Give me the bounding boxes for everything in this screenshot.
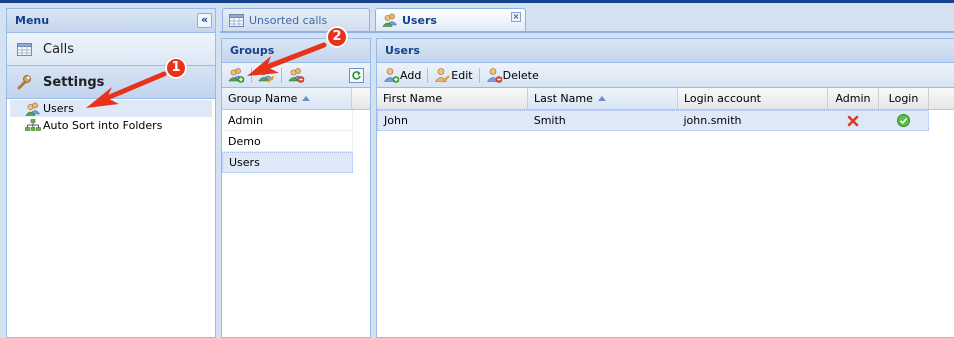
- column-header-label: Last Name: [534, 92, 593, 105]
- add-user-label: Add: [400, 68, 422, 82]
- callout-badge-2: 2: [326, 26, 348, 48]
- add-user-button[interactable]: Add: [381, 65, 423, 85]
- tab-unsorted-calls[interactable]: Unsorted calls: [222, 8, 370, 31]
- toolbar-separator: [478, 67, 480, 83]
- users-icon: [382, 13, 398, 27]
- sort-ascending-icon: [597, 96, 606, 101]
- add-user-icon: [383, 67, 400, 83]
- groups-list: Admin Demo Users: [222, 110, 370, 173]
- column-header-label: First Name: [383, 92, 443, 105]
- edit-user-label: Edit: [451, 68, 473, 82]
- toolbar-separator: [427, 67, 429, 83]
- tree-item-auto-sort[interactable]: Auto Sort into Folders: [7, 117, 215, 134]
- users-panel: Users Add Edit Delete First Name Last Na…: [376, 38, 954, 338]
- column-header-last-name[interactable]: Last Name: [528, 88, 678, 109]
- column-header-label: Admin: [835, 92, 871, 105]
- table-row[interactable]: Admin: [222, 110, 353, 131]
- users-icon: [25, 102, 41, 116]
- window-top-border: [0, 0, 954, 3]
- tab-label: Users: [402, 13, 437, 27]
- column-header-admin[interactable]: Admin: [828, 88, 879, 109]
- green-check-icon: [896, 114, 910, 127]
- delete-user-button[interactable]: Delete: [484, 65, 541, 85]
- last-name-cell: Smith: [533, 114, 566, 127]
- groups-panel: Groups Group Name Admin Demo Users: [221, 38, 371, 338]
- edit-group-icon: [258, 67, 275, 83]
- delete-group-icon: [288, 67, 305, 83]
- column-header-label: Group Name: [228, 92, 298, 105]
- groups-toolbar: [222, 63, 370, 88]
- refresh-icon: [351, 70, 362, 81]
- edit-user-icon: [434, 67, 451, 83]
- groups-title: Groups: [230, 44, 275, 57]
- tab-users[interactable]: Users ×: [375, 8, 526, 31]
- add-group-button[interactable]: [226, 65, 247, 85]
- column-header-label: Login: [888, 92, 919, 105]
- delete-user-label: Delete: [502, 68, 539, 82]
- column-header-spacer: [352, 88, 370, 109]
- menu-header: Menu «: [7, 9, 215, 33]
- users-list: John Smith john.smith: [377, 110, 954, 131]
- table-row[interactable]: Demo: [222, 131, 353, 152]
- users-header: Users: [377, 39, 954, 63]
- tree-item-label: Auto Sort into Folders: [43, 119, 163, 132]
- first-name-cell: John: [384, 114, 408, 127]
- delete-group-button[interactable]: [286, 65, 307, 85]
- tab-close-icon[interactable]: ×: [511, 12, 521, 22]
- tab-label: Unsorted calls: [249, 13, 328, 27]
- wrench-icon: [15, 74, 33, 90]
- group-name-cell: Admin: [228, 113, 264, 127]
- users-title: Users: [385, 44, 420, 57]
- column-header-login-account[interactable]: Login account: [678, 88, 828, 109]
- calendar-grid-icon: [229, 13, 245, 27]
- edit-group-button[interactable]: [256, 65, 277, 85]
- calendar-grid-icon: [15, 42, 33, 56]
- edit-user-button[interactable]: Edit: [432, 65, 474, 85]
- callout-badge-1: 1: [165, 57, 187, 79]
- groups-header: Groups: [222, 39, 370, 63]
- group-name-cell: Demo: [228, 134, 261, 148]
- admin-cell: [827, 111, 878, 130]
- delete-user-icon: [486, 67, 503, 83]
- users-toolbar: Add Edit Delete: [377, 63, 954, 88]
- column-header-login[interactable]: Login: [879, 88, 929, 109]
- table-row[interactable]: Users: [222, 152, 353, 173]
- users-grid-header: First Name Last Name Login account Admin…: [377, 88, 954, 110]
- toolbar-separator: [251, 67, 252, 83]
- collapse-menu-button[interactable]: «: [197, 13, 212, 28]
- menu-section-label: Settings: [43, 74, 105, 90]
- column-header-group-name[interactable]: Group Name: [222, 88, 352, 109]
- add-group-icon: [228, 67, 245, 83]
- menu-title: Menu: [15, 14, 50, 27]
- folder-tree-icon: [25, 119, 41, 133]
- login-cell: [878, 111, 928, 130]
- groups-grid-header: Group Name: [222, 88, 370, 110]
- group-name-cell: Users: [229, 156, 260, 169]
- menu-panel: Menu « Calls Settings Users Auto Sort in…: [6, 8, 216, 338]
- sort-ascending-icon: [302, 96, 311, 101]
- table-row[interactable]: John Smith john.smith: [377, 110, 929, 131]
- column-header-label: Login account: [684, 92, 761, 105]
- column-header-first-name[interactable]: First Name: [377, 88, 528, 109]
- toolbar-separator: [281, 67, 282, 83]
- red-x-icon: [847, 115, 859, 127]
- menu-section-label: Calls: [43, 41, 75, 57]
- refresh-button[interactable]: [349, 68, 364, 83]
- tree-item-label: Users: [43, 102, 74, 115]
- login-account-cell: john.smith: [683, 114, 742, 127]
- settings-tree: Users Auto Sort into Folders: [7, 99, 215, 134]
- tree-item-users[interactable]: Users: [10, 100, 212, 117]
